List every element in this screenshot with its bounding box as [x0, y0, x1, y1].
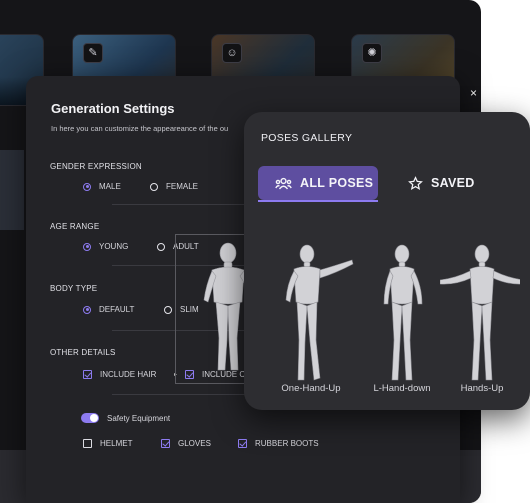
checkbox-helmet[interactable]: HELMET [83, 439, 132, 448]
modal-title: Generation Settings [51, 101, 175, 116]
person-icon[interactable]: ☺ [222, 43, 242, 63]
tab-saved[interactable]: SAVED [408, 166, 475, 200]
pose-thumbnail-l-hand-down[interactable] [362, 240, 442, 390]
star-icon [408, 175, 423, 190]
pose-thumbnail-hands-up[interactable] [440, 240, 520, 390]
checkbox-gloves[interactable]: GLOVES [161, 439, 211, 448]
pose-label: One-Hand-Up [281, 383, 341, 394]
sidebar-fragment [0, 150, 24, 230]
tab-label: SAVED [431, 176, 475, 190]
radio-male[interactable]: MALE [83, 182, 121, 191]
toggle-switch[interactable] [81, 413, 99, 423]
modal-subtitle: In here you can customize the appeareanc… [51, 124, 229, 133]
section-label-other: OTHER DETAILS [50, 348, 116, 357]
section-label-gender: GENDER EXPRESSION [50, 162, 142, 171]
section-label-age: AGE RANGE [50, 222, 100, 231]
radio-label: FEMALE [166, 182, 199, 191]
tab-label: ALL POSES [300, 176, 374, 190]
checkbox-include-hair[interactable]: INCLUDE HAIR [83, 370, 156, 379]
active-tab-indicator [258, 200, 378, 202]
pose-label: L-Hand-down [373, 383, 431, 394]
checkbox-label: INCLUDE HAIR [100, 370, 157, 379]
close-icon[interactable]: × [470, 86, 477, 100]
radio-indicator[interactable] [83, 305, 91, 314]
people-icon [275, 177, 292, 189]
radio-label: YOUNG [99, 242, 129, 251]
checkbox-label: HELMET [100, 439, 133, 448]
toggle-label: Safety Equipment [107, 413, 171, 423]
checkbox-label: GLOVES [178, 439, 211, 448]
radio-default[interactable]: DEFAULT [83, 305, 134, 314]
safety-equipment-toggle[interactable]: Safety Equipment [81, 413, 170, 423]
radio-indicator[interactable] [83, 242, 91, 251]
section-label-body: BODY TYPE [50, 284, 98, 293]
radio-young[interactable]: YOUNG [83, 242, 128, 251]
checkbox-indicator[interactable] [161, 439, 170, 448]
checkbox-rubber-boots[interactable]: RUBBER BOOTS [238, 439, 319, 448]
radio-indicator[interactable] [164, 305, 172, 314]
tab-all-poses[interactable]: ALL POSES [258, 166, 378, 200]
checkbox-label: RUBBER BOOTS [255, 439, 319, 448]
radio-female[interactable]: FEMALE [150, 182, 198, 191]
radio-label: MALE [99, 182, 121, 191]
checkbox-indicator[interactable] [238, 439, 247, 448]
pose-thumbnail-one-hand-up[interactable] [274, 240, 354, 390]
checkbox-indicator[interactable] [83, 439, 92, 448]
radio-label: DEFAULT [99, 305, 135, 314]
radio-indicator[interactable] [157, 242, 165, 251]
panel-title: POSES GALLERY [261, 132, 353, 144]
pose-label: Hands-Up [460, 383, 504, 394]
sparkle-icon[interactable]: ✺ [362, 43, 382, 63]
poses-gallery-panel: POSES GALLERY ALL POSES SAVED One-Hand-U… [244, 112, 530, 410]
radio-indicator[interactable] [150, 182, 158, 191]
edit-icon[interactable]: ✎ [83, 43, 103, 63]
checkbox-indicator[interactable] [83, 370, 92, 379]
radio-indicator[interactable] [83, 182, 91, 191]
